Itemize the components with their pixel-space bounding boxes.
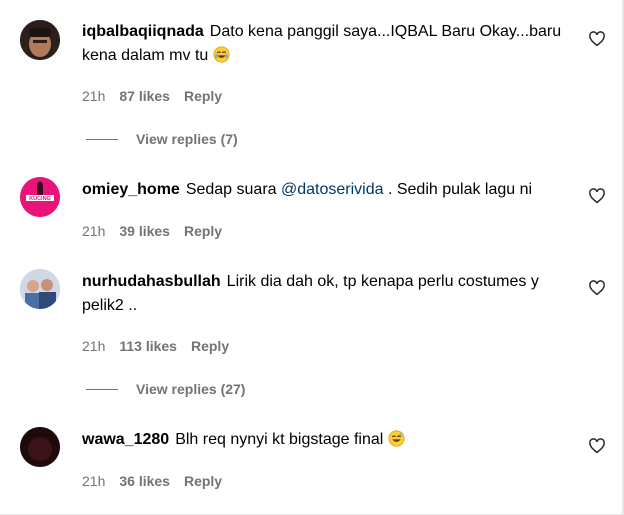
heart-outline-icon[interactable] (588, 30, 606, 48)
comment-text: omiey_home Sedap suara @datoserivida . Se… (82, 178, 582, 202)
view-replies-label: View replies (7) (136, 131, 238, 147)
comment-likes[interactable]: 87 likes (119, 88, 170, 104)
view-replies-line (86, 388, 118, 390)
comment-body-tail: . Sedih pulak lagu ni (387, 181, 533, 198)
comment-likes[interactable]: 39 likes (119, 223, 170, 239)
comment-likes[interactable]: 36 likes (119, 473, 170, 489)
avatar[interactable] (20, 269, 60, 309)
comment-body: Sedap suara (185, 181, 277, 198)
view-replies-label: View replies (27) (136, 381, 246, 397)
heart-outline-icon[interactable] (588, 437, 606, 455)
reply-button[interactable]: Reply (184, 88, 222, 104)
avatar[interactable] (20, 20, 60, 60)
avatar-image (20, 427, 60, 467)
comment-text: wawa_1280 Blh req nynyi kt bigstage final (82, 428, 582, 452)
mention-link[interactable]: @datoserivida (281, 181, 384, 198)
view-replies-button[interactable]: View replies (27) (86, 381, 245, 397)
comment-likes[interactable]: 113 likes (119, 338, 177, 354)
comment-text: nurhudahasbullah Lirik dia dah ok, tp ken… (82, 270, 582, 318)
comment-username[interactable]: omiey_home (82, 181, 180, 198)
avatar-image (20, 20, 60, 60)
reply-button[interactable]: Reply (184, 473, 222, 489)
reply-button[interactable]: Reply (184, 223, 222, 239)
heart-outline-icon[interactable] (588, 187, 606, 205)
comment-meta: 21h 87 likes Reply (82, 88, 222, 104)
comment-username[interactable]: iqbalbaqiiqnada (82, 23, 204, 40)
comment-time[interactable]: 21h (82, 88, 105, 104)
comment-username[interactable]: wawa_1280 (82, 431, 169, 448)
comment-body: Blh req nynyi kt bigstage final (175, 431, 384, 448)
view-replies-line (86, 138, 118, 140)
reply-button[interactable]: Reply (191, 338, 229, 354)
comment-time[interactable]: 21h (82, 473, 105, 489)
avatar-image: KUCING (20, 177, 60, 217)
heart-outline-icon[interactable] (588, 279, 606, 297)
avatar-image (20, 269, 60, 309)
avatar[interactable]: KUCING (20, 177, 60, 217)
comment-meta: 21h 113 likes Reply (82, 338, 229, 354)
svg-text:KUCING: KUCING (29, 196, 51, 202)
view-replies-button[interactable]: View replies (7) (86, 131, 238, 147)
grinning-sweat-emoji (213, 46, 230, 63)
grinning-sweat-emoji (388, 430, 405, 447)
comment-time[interactable]: 21h (82, 338, 105, 354)
comment-text: iqbalbaqiiqnada Dato kena panggil saya...… (82, 20, 582, 68)
comment-meta: 21h 39 likes Reply (82, 223, 222, 239)
avatar[interactable] (20, 427, 60, 467)
comment-username[interactable]: nurhudahasbullah (82, 273, 221, 290)
comment-meta: 21h 36 likes Reply (82, 473, 222, 489)
comment-time[interactable]: 21h (82, 223, 105, 239)
